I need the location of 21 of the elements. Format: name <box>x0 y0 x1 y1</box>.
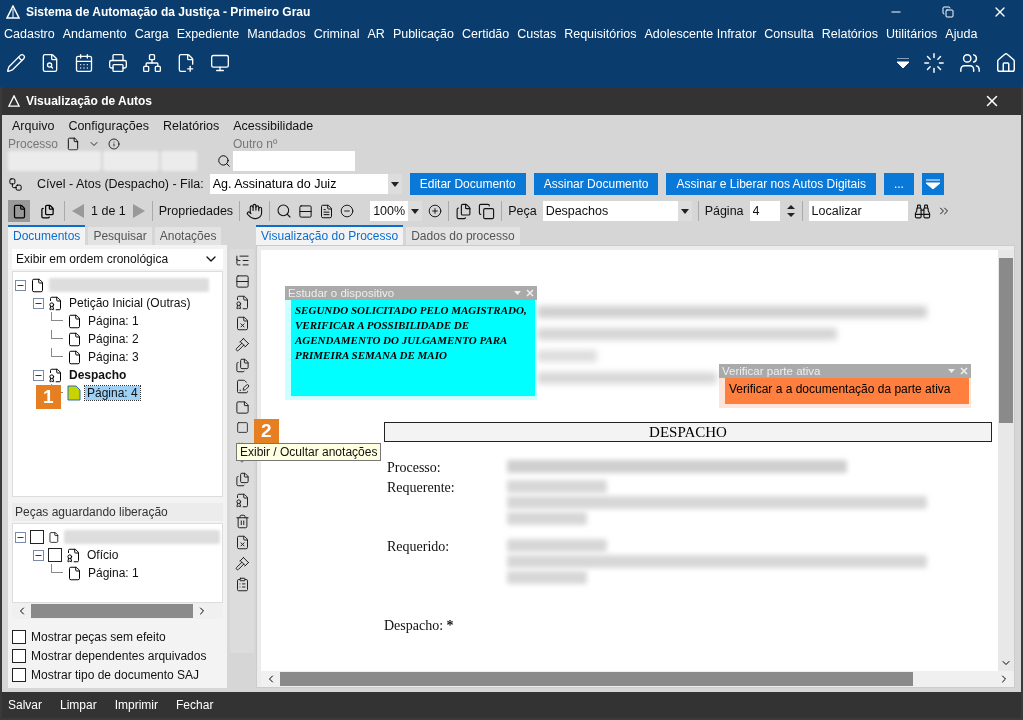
window-title: Visualização de Autos <box>26 94 154 108</box>
field-label: Processo <box>8 137 59 151</box>
document-heading: DESPACHO <box>384 422 992 442</box>
callout-badge: 1 <box>36 385 61 409</box>
note-title: Estudar o dispositivo <box>288 287 395 299</box>
app-title: Sistema de Automação da Justiça - Primeiro Grau <box>26 5 312 19</box>
field-label: Página <box>704 204 744 218</box>
despacho-label: Despacho: * <box>384 618 455 634</box>
field-label: Requerido: <box>387 539 451 556</box>
field-label: Outro nº <box>233 137 279 151</box>
tooltip: Exibir / Ocultar anotações <box>236 443 382 461</box>
note-title: Verificar parte ativa <box>722 365 821 377</box>
callout-badge: 2 <box>254 419 279 443</box>
note-text: SEGUNDO SOLICITADO PELO MAGISTRADO, VERIFICAR A POSSIBILIDADE DE AGENDAMENTO DO JULGAMENTO PARA PRIMEIRA SEMANA DE MAIO <box>295 303 528 363</box>
queue-label: Cível - Atos (Despacho) - Fila: <box>37 177 204 191</box>
note-text: Verificar a a documentação da parte ativa <box>729 381 952 398</box>
field-label: Peça <box>508 204 537 218</box>
field-label: Requerente: <box>387 480 456 497</box>
page-counter: 1 de 1 <box>91 204 126 218</box>
section-title: Peças aguardando liberação <box>12 503 223 521</box>
field-label: Processo: <box>387 460 442 476</box>
